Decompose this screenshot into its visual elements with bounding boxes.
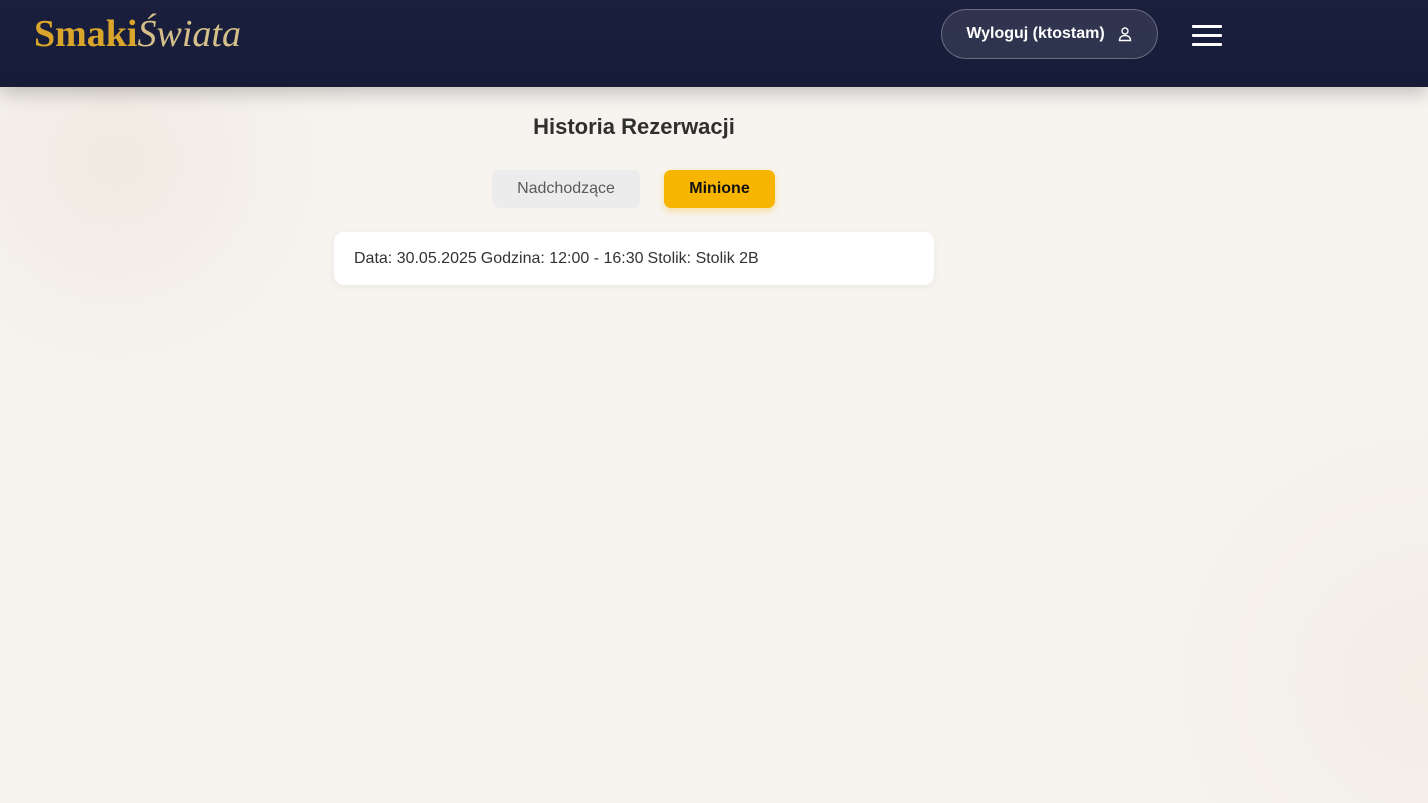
reservation-table: Stolik: Stolik 2B (647, 249, 759, 267)
hamburger-menu-icon[interactable] (1190, 23, 1224, 49)
logo-text-primary: Smaki (34, 13, 138, 55)
hamburger-line (1192, 34, 1222, 37)
top-navbar: SmakiŚwiata Wyloguj (ktostam) (0, 0, 1428, 87)
logout-button[interactable]: Wyloguj (ktostam) (941, 9, 1158, 59)
tab-past[interactable]: Minione (664, 170, 775, 208)
hamburger-line (1192, 25, 1222, 28)
reservation-item: Data: 30.05.2025 Godzina: 12:00 - 16:30 … (334, 232, 934, 285)
logo-text-secondary: Świata (137, 13, 241, 55)
hamburger-line (1192, 43, 1222, 46)
brand-logo[interactable]: SmakiŚwiata (34, 10, 241, 58)
reservation-time: Godzina: 12:00 - 16:30 (480, 249, 644, 267)
reservation-date: Data: 30.05.2025 (354, 249, 477, 267)
user-icon (1117, 26, 1133, 42)
page-title: Historia Rezerwacji (533, 114, 735, 139)
logout-button-label: Wyloguj (ktostam) (966, 25, 1105, 42)
tab-upcoming[interactable]: Nadchodzące (492, 170, 640, 208)
